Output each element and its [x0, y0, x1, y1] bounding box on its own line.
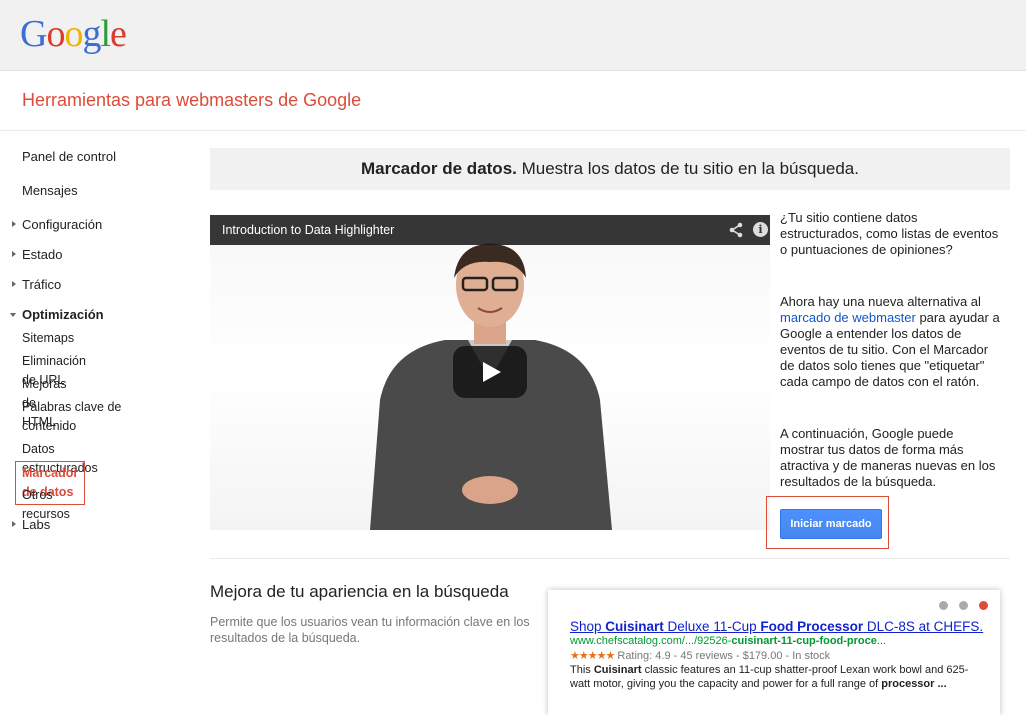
banner-title: Marcador de datos. [361, 159, 517, 178]
expand-caret-icon[interactable] [12, 251, 16, 257]
carousel-dot-active[interactable] [979, 601, 988, 610]
video-title-bar: Introduction to Data Highlighter i [210, 215, 770, 245]
result-title[interactable]: Shop Cuisinart Deluxe 11-Cup Food Proces… [570, 619, 983, 634]
share-icon[interactable] [728, 222, 744, 238]
video-player[interactable]: Introduction to Data Highlighter i [210, 215, 770, 530]
expand-caret-icon[interactable] [12, 521, 16, 527]
video-title[interactable]: Introduction to Data Highlighter [222, 223, 394, 237]
collapse-caret-icon[interactable] [10, 313, 16, 317]
sidebar-subitem-sitemaps[interactable]: Sitemaps [22, 329, 74, 348]
top-bar: Google [0, 0, 1026, 71]
section-title: Mejora de tu apariencia en la búsqueda [210, 582, 509, 601]
expand-caret-icon[interactable] [12, 221, 16, 227]
sidebar-item-trafico[interactable]: Tráfico [22, 277, 61, 292]
sidebar-item-labs[interactable]: Labs [22, 517, 50, 532]
search-result-preview: Shop Cuisinart Deluxe 11-Cup Food Proces… [548, 590, 1000, 715]
sidebar-item-mensajes[interactable]: Mensajes [22, 183, 78, 198]
result-rating: ★★★★★ Rating: 4.9 - 45 reviews - $179.00… [570, 650, 831, 662]
app-title[interactable]: Herramientas para webmasters de Google [22, 90, 361, 111]
play-button[interactable] [453, 346, 527, 398]
sidebar-item-configuracion[interactable]: Configuración [22, 217, 102, 232]
sidebar-subitem-palabras-clave[interactable]: Palabras clave de contenido [22, 398, 142, 436]
divider [0, 130, 1026, 131]
rating-stars-icon: ★★★★★ [570, 650, 615, 662]
page-banner: Marcador de datos. Muestra los datos de … [210, 148, 1010, 190]
result-snippet: This Cuisinart classic features an 11-cu… [570, 664, 969, 690]
intro-paragraph-2: Ahora hay una nueva alternativa al marca… [780, 294, 1000, 389]
intro-paragraph-3: A continuación, Google puede mostrar tus… [780, 426, 996, 489]
carousel-dot[interactable] [939, 601, 948, 610]
result-url: www.chefscatalog.com/.../92526-cuisinart… [570, 635, 887, 647]
intro-paragraph-1: ¿Tu sitio contiene datos estructurados, … [780, 210, 999, 257]
divider [210, 558, 1010, 559]
sidebar-item-estado[interactable]: Estado [22, 247, 62, 262]
expand-caret-icon[interactable] [12, 281, 16, 287]
banner-subtitle: Muestra los datos de tu sitio en la búsq… [521, 159, 859, 178]
sidebar-item-optimizacion[interactable]: Optimización [22, 307, 104, 322]
google-logo[interactable]: Google [20, 12, 127, 56]
info-icon[interactable]: i [753, 222, 768, 237]
section-description: Permite que los usuarios vean tu informa… [210, 615, 530, 645]
webmaster-markup-link[interactable]: marcado de webmaster [780, 310, 916, 325]
play-icon [483, 362, 501, 382]
carousel-dot[interactable] [959, 601, 968, 610]
start-highlighting-button[interactable]: Iniciar marcado [780, 509, 882, 539]
sidebar-item-panel-de-control[interactable]: Panel de control [22, 149, 116, 164]
